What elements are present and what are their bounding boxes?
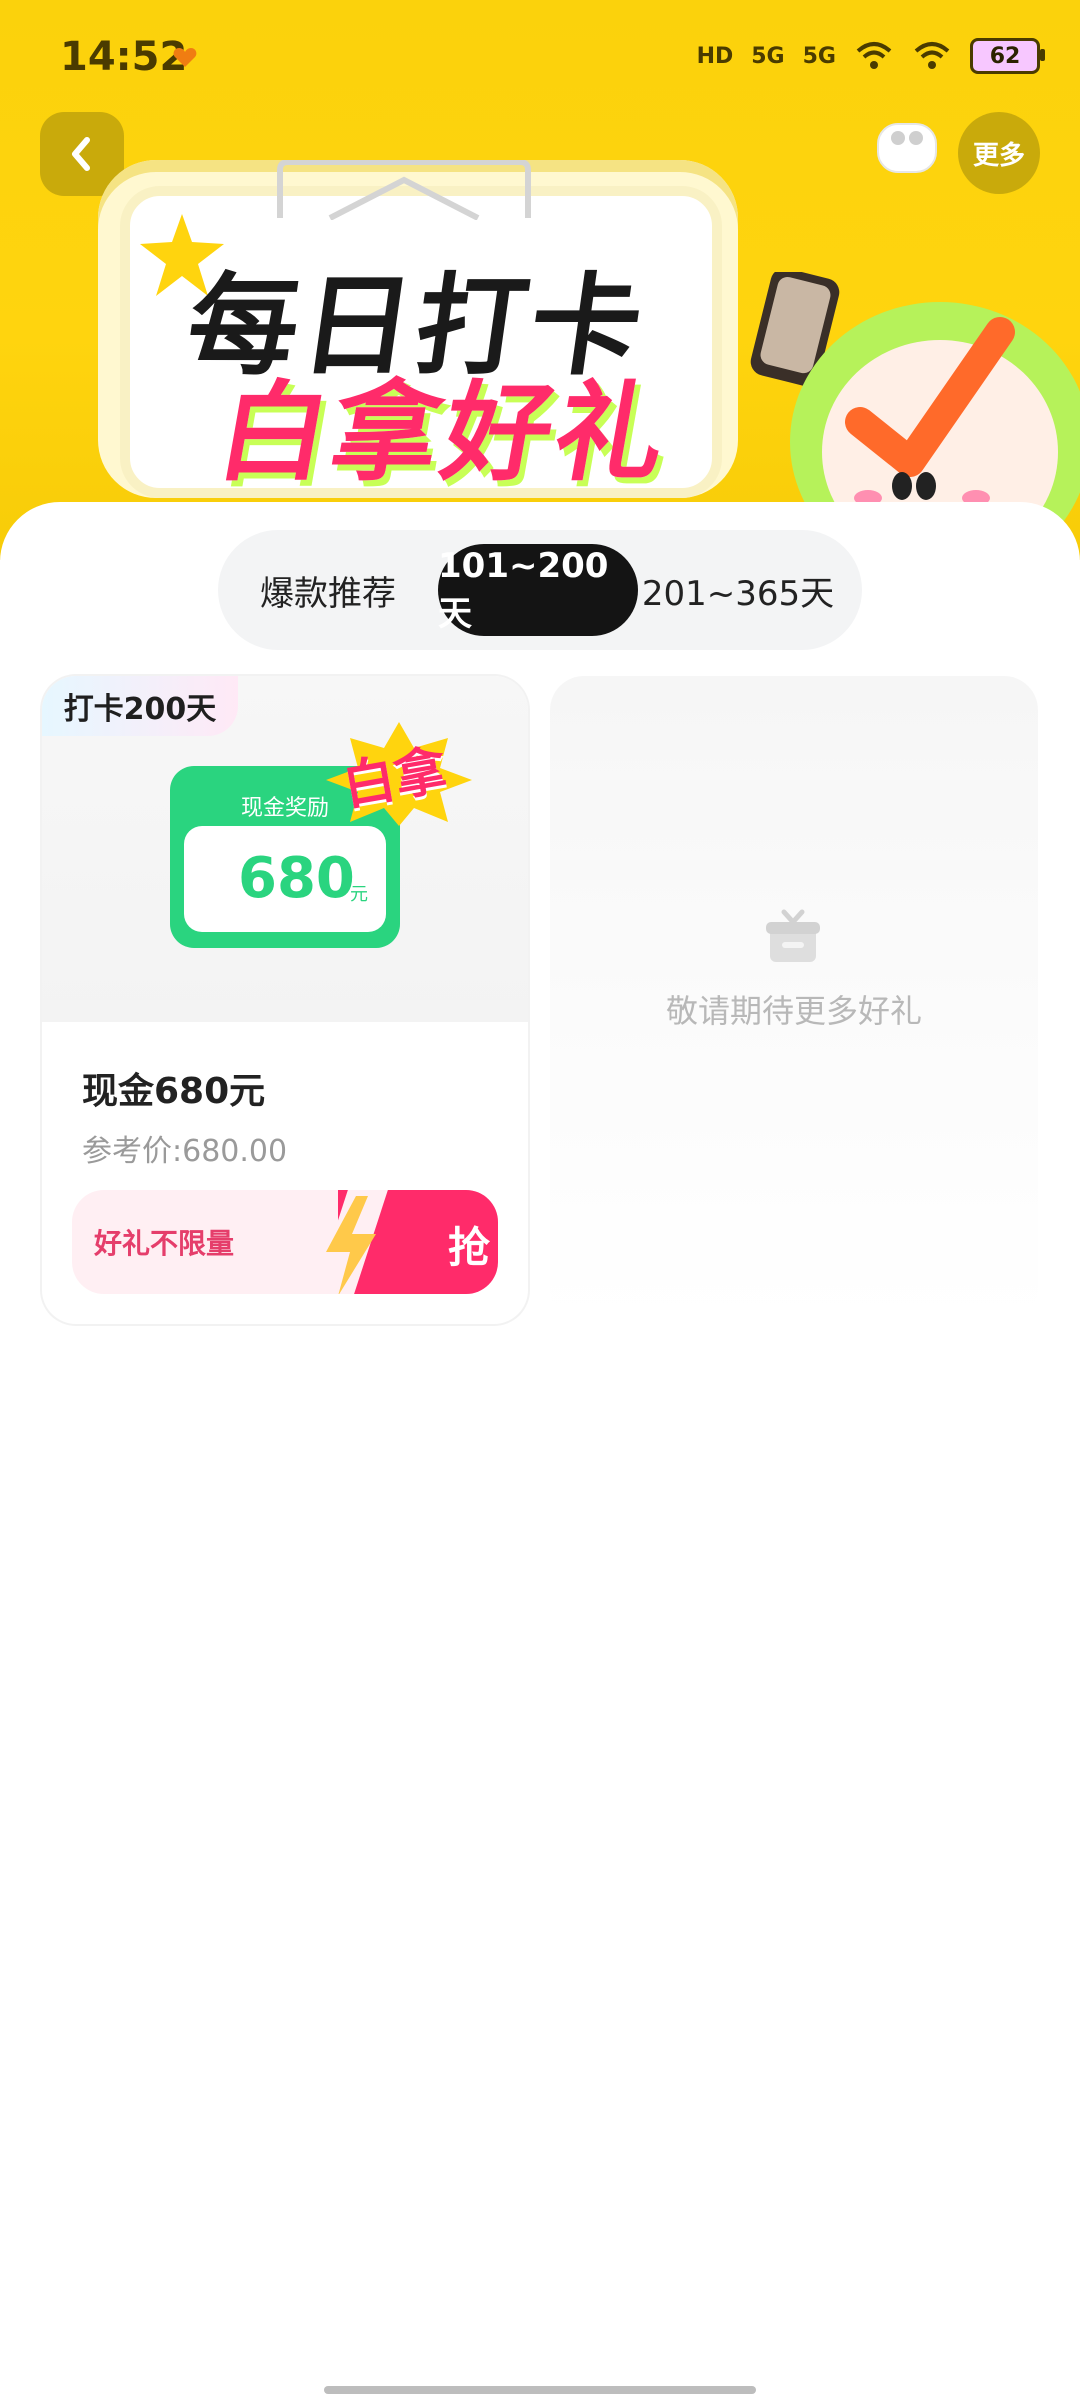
hd-icon: HD [696,43,734,69]
tab-201-365-days[interactable]: 201~365天 [638,544,838,636]
wifi-icon [856,42,892,69]
status-bar: 14:52 HD 5G 5G 62 [0,0,1080,120]
product-title: 现金680元 [82,1071,266,1112]
tab-101-200-days[interactable]: 101~200天 [438,544,638,636]
header-banner: 14:52 HD 5G 5G 62 更多 每日打卡 白拿好礼 [0,0,1080,560]
status-icons: HD 5G 5G 62 [696,38,1045,74]
heart-icon [173,48,197,67]
wifi-icon-2 [914,42,950,69]
hero-title-line2: 白拿好礼 [209,371,680,496]
gift-icon [766,909,820,962]
product-image-area: 打卡200天 现金奖励 680 元 白拿 [42,676,528,1022]
cash-unit: 元 [350,884,368,905]
grab-bar[interactable]: 好礼不限量 抢 [72,1190,498,1294]
battery-level: 62 [989,43,1021,69]
status-time: 14:52 [60,34,188,80]
cash-reward-inner: 680 元 [184,826,386,932]
binder-clip-icon [277,160,531,220]
coming-soon-card: 敬请期待更多好礼 [550,676,1038,1324]
cash-amount: 680 [238,846,355,911]
tab-bar: 爆款推荐 101~200天 201~365天 [218,530,862,650]
battery-indicator: 62 [970,38,1045,74]
home-indicator[interactable] [324,2386,756,2394]
more-button[interactable]: 更多 [958,112,1040,194]
reference-price: 参考价:680.00 [82,1134,288,1169]
signal-5g-icon-2: 5G [802,43,836,69]
coming-soon-text: 敬请期待更多好礼 [665,992,922,1030]
chevron-left-icon [72,137,90,171]
checkin-days-badge: 打卡200天 [42,676,238,736]
promo-label: 好礼不限量 [94,1227,235,1260]
grab-button-label[interactable]: 抢 [448,1214,490,1275]
signal-5g-icon: 5G [751,43,785,69]
lightning-icon [326,1196,376,1294]
product-card[interactable]: 打卡200天 现金奖励 680 元 白拿 现金680元 参考价:680.00 好… [42,676,528,1324]
earbuds-icon [877,123,937,173]
tab-hot-recommend[interactable]: 爆款推荐 [218,544,438,636]
